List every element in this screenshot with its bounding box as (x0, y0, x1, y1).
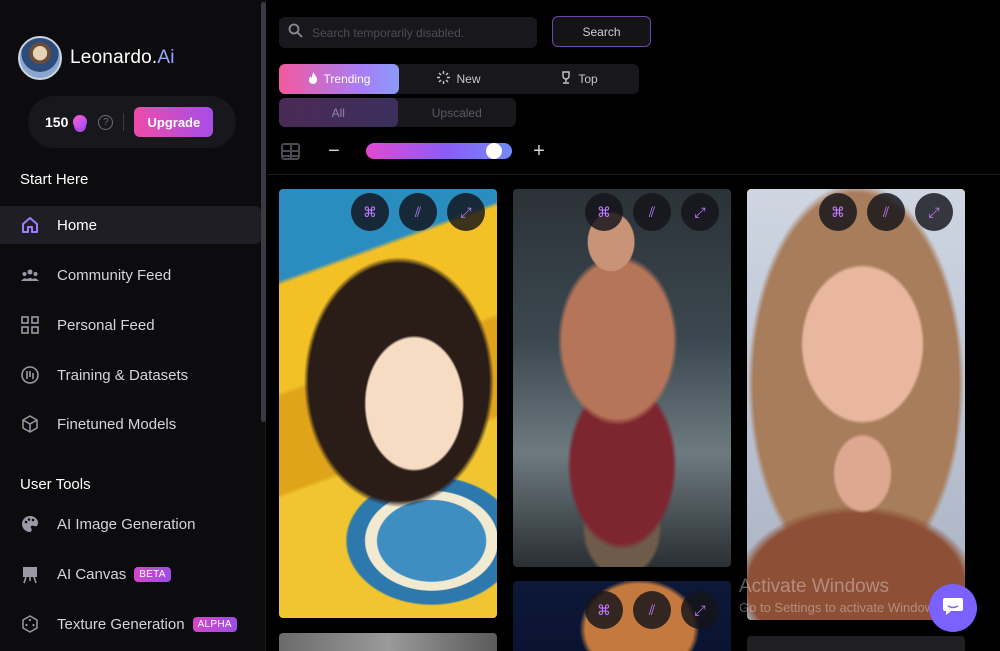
chat-support-button[interactable] (929, 584, 977, 632)
remix-icon[interactable]: ⌘ (585, 591, 623, 629)
sidebar-item-label: Training & Datasets (57, 366, 189, 384)
tab-new[interactable]: New (399, 64, 519, 94)
filter-all[interactable]: All (279, 98, 398, 127)
sidebar-item-training-datasets[interactable]: Training & Datasets (0, 356, 261, 394)
expand-icon[interactable]: ⤢ (681, 193, 719, 231)
sidebar-item-texture-generation[interactable]: Texture Generation ALPHA (0, 605, 261, 643)
sidebar-item-label: AI Canvas (57, 565, 127, 583)
search-icon (288, 23, 303, 43)
image-filters: All Upscaled (279, 98, 516, 127)
gallery-image[interactable]: ⌘ ⫽ ⤢ (747, 189, 965, 620)
chat-icon (942, 596, 964, 621)
image-actions: ⌘ ⫽ ⤢ (819, 193, 953, 231)
gallery-image[interactable]: ⌘ ⫽ ⤢ (279, 189, 497, 618)
cube-icon (20, 414, 40, 434)
trophy-icon (560, 71, 572, 87)
content-divider (267, 174, 1000, 175)
training-icon (20, 365, 40, 385)
expand-icon[interactable]: ⤢ (915, 193, 953, 231)
prompt-icon[interactable]: ⫽ (633, 591, 671, 629)
sidebar-item-ai-canvas[interactable]: AI Canvas BETA (0, 555, 261, 593)
sparkle-icon (437, 71, 451, 87)
tab-trending[interactable]: Trending (279, 64, 399, 94)
sidebar-item-label: Finetuned Models (57, 415, 177, 433)
layout-grid-icon[interactable] (281, 143, 300, 160)
credits-panel: 150 ? Upgrade (28, 96, 236, 148)
sidebar-item-label: AI Image Generation (57, 515, 196, 533)
prompt-icon[interactable]: ⫽ (399, 193, 437, 231)
sidebar-item-label: Personal Feed (57, 316, 155, 334)
search-button[interactable]: Search (552, 16, 651, 47)
remix-icon[interactable]: ⌘ (585, 193, 623, 231)
grid-icon (20, 315, 40, 335)
brand[interactable]: Leonardo.Ai (18, 36, 175, 80)
image-actions: ⌘ ⫽ ⤢ (585, 591, 719, 629)
sidebar-item-label: Texture Generation (57, 615, 185, 633)
prompt-icon[interactable]: ⫽ (633, 193, 671, 231)
zoom-out-button[interactable]: − (325, 140, 343, 162)
gallery-image[interactable] (747, 636, 965, 651)
sidebar: Leonardo.Ai 150 ? Upgrade Start Here Hom… (0, 0, 266, 651)
credit-count: 150 (45, 114, 69, 130)
remix-icon[interactable]: ⌘ (351, 193, 389, 231)
help-icon[interactable]: ? (98, 114, 114, 130)
home-icon (20, 215, 40, 235)
easel-icon (20, 564, 40, 584)
zoom-slider-thumb[interactable] (485, 143, 502, 159)
prompt-icon[interactable]: ⫽ (867, 193, 905, 231)
gallery-image[interactable]: ⌘ ⫽ ⤢ (513, 189, 731, 567)
expand-icon[interactable]: ⤢ (681, 591, 719, 629)
section-title-tools: User Tools (20, 476, 91, 493)
search-box (279, 17, 537, 48)
sidebar-item-label: Community Feed (57, 266, 172, 284)
sidebar-item-ai-image-generation[interactable]: AI Image Generation (0, 505, 261, 543)
brand-name: Leonardo.Ai (70, 47, 175, 68)
remix-icon[interactable]: ⌘ (819, 193, 857, 231)
community-icon (20, 265, 40, 285)
fire-icon (308, 71, 318, 87)
gallery-image[interactable] (279, 633, 497, 651)
divider (123, 113, 125, 131)
sidebar-item-community-feed[interactable]: Community Feed (0, 256, 261, 294)
sidebar-scrollbar[interactable] (261, 2, 266, 422)
beta-badge: BETA (134, 566, 171, 582)
search-input[interactable] (312, 25, 522, 40)
tab-top[interactable]: Top (519, 64, 639, 94)
gallery-image[interactable]: ⌘ ⫽ ⤢ (513, 581, 731, 651)
brand-logo (18, 36, 62, 80)
palette-icon (20, 514, 40, 534)
expand-icon[interactable]: ⤢ (447, 193, 485, 231)
sidebar-item-home[interactable]: Home (0, 206, 261, 244)
image-actions: ⌘ ⫽ ⤢ (585, 193, 719, 231)
sidebar-item-label: Home (57, 216, 98, 234)
alpha-badge: ALPHA (192, 616, 237, 632)
feed-tabs: Trending New Top (279, 64, 639, 94)
image-actions: ⌘ ⫽ ⤢ (351, 193, 485, 231)
coins-icon (73, 115, 88, 129)
upgrade-button[interactable]: Upgrade (134, 107, 214, 137)
sidebar-item-finetuned-models[interactable]: Finetuned Models (0, 405, 261, 443)
dice-icon (20, 614, 40, 634)
windows-activation-watermark: Activate Windows Go to Settings to activ… (739, 576, 945, 615)
filter-upscaled[interactable]: Upscaled (398, 98, 517, 127)
section-title-start: Start Here (20, 171, 89, 188)
zoom-in-button[interactable]: + (530, 140, 548, 162)
sidebar-item-personal-feed[interactable]: Personal Feed (0, 306, 261, 344)
